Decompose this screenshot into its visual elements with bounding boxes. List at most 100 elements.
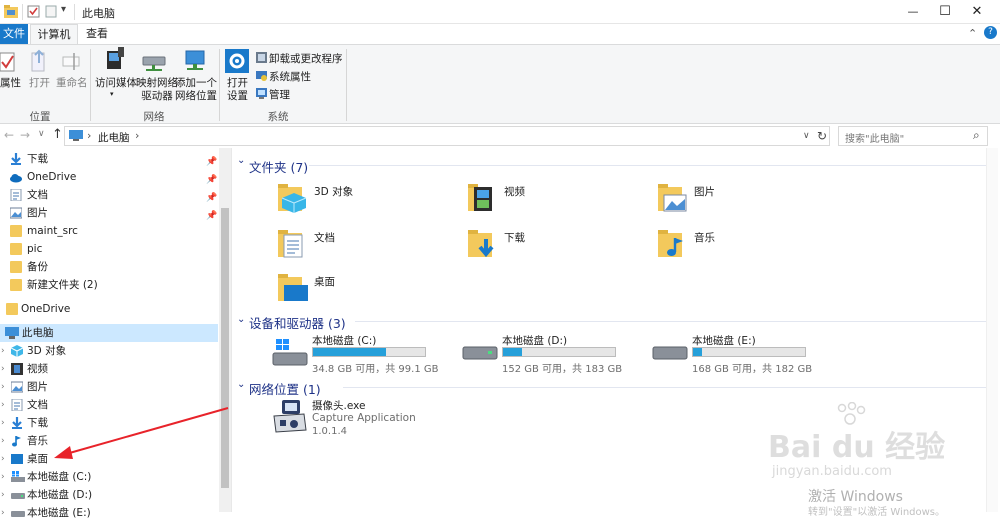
help-button[interactable]: ? (984, 26, 997, 39)
nav-item-drive-c[interactable]: › 本地磁盘 (C:) (0, 468, 218, 486)
drives-collapse-icon[interactable]: ⌄ (237, 314, 245, 325)
folder-documents[interactable]: 文档 (278, 227, 468, 267)
rename-button[interactable]: 重命名 (54, 47, 88, 103)
drive-c[interactable]: 本地磁盘 (C:) 34.8 GB 可用，共 99.1 GB (272, 333, 462, 375)
nav-item-pictures[interactable]: › 图片 (0, 378, 218, 396)
system-properties-label: 系统属性 (269, 71, 311, 83)
explorer-app-icon[interactable] (4, 5, 18, 18)
system-properties-button[interactable]: 系统属性 (256, 69, 326, 83)
folder-downloads[interactable]: 下载 (468, 227, 658, 267)
map-network-drive-button[interactable]: 映射网络 驱动器 (134, 47, 178, 103)
ribbon-collapse-button[interactable]: ⌃ (968, 27, 977, 40)
nav-item-downloads[interactable]: 下载 📌 (0, 150, 218, 168)
manage-icon (256, 88, 267, 99)
window-title: 此电脑 (82, 7, 115, 20)
folder-name: 音乐 (694, 232, 715, 244)
nav-item-documents-quick[interactable]: 文档 📌 (0, 186, 218, 204)
address-box[interactable]: › 此电脑 › ∨ ↻ (64, 126, 830, 146)
expand-chevron-icon[interactable]: › (1, 432, 5, 450)
recent-locations-button[interactable]: ∨ (38, 129, 45, 139)
open-settings-label: 打开 设置 (227, 77, 248, 102)
forward-button[interactable]: → (20, 128, 30, 142)
tab-computer[interactable]: 计算机 (30, 24, 78, 44)
up-button[interactable]: ↑ (52, 127, 63, 142)
customize-qat-dropdown[interactable]: ▾ (61, 4, 66, 15)
properties-button[interactable]: 属性 (0, 47, 22, 103)
search-box[interactable]: 搜索"此电脑" ⌕ (838, 126, 988, 146)
open-button[interactable]: 打开 (26, 47, 52, 103)
nav-item-onedrive-quick[interactable]: OneDrive 📌 (0, 168, 218, 186)
tab-file[interactable]: 文件 (0, 24, 28, 44)
close-button[interactable]: ✕ (954, 0, 1000, 24)
tab-computer-label: 计算机 (37, 28, 71, 41)
folders-section-header[interactable]: 文件夹 (7) (249, 157, 308, 176)
open-settings-button[interactable]: 打开 设置 (222, 47, 252, 103)
nav-item-maint-src[interactable]: maint_src (0, 222, 218, 240)
folder-music[interactable]: 音乐 (658, 227, 848, 267)
breadcrumb-this-pc[interactable]: 此电脑 (98, 130, 130, 145)
folder-desktop[interactable]: 桌面 (278, 271, 468, 311)
folder-icon (10, 225, 22, 237)
search-icon[interactable]: ⌕ (973, 128, 980, 143)
nav-item-onedrive[interactable]: OneDrive (0, 300, 218, 318)
expand-chevron-icon[interactable]: › (1, 414, 5, 432)
nav-item-backup[interactable]: 备份 (0, 258, 218, 276)
back-button[interactable]: ← (4, 128, 14, 142)
network-item-version: 1.0.1.4 (312, 426, 347, 437)
drive-e[interactable]: 本地磁盘 (E:) 168 GB 可用，共 182 GB (652, 333, 842, 375)
access-media-dropdown-icon: ▾ (110, 90, 114, 98)
nav-item-new-folder-2[interactable]: 新建文件夹 (2) (0, 276, 218, 294)
refresh-button[interactable]: ↻ (817, 129, 827, 143)
expand-chevron-icon[interactable]: › (1, 378, 5, 396)
properties-quick-icon[interactable] (27, 5, 40, 18)
nav-item-videos[interactable]: › 视频 (0, 360, 218, 378)
uninstall-programs-button[interactable]: 卸载或更改程序 (256, 51, 343, 65)
network-item-camera[interactable]: 摄像头.exe Capture Application 1.0.1.4 (272, 398, 472, 440)
network-item-description: Capture Application (312, 412, 416, 424)
folder-pictures[interactable]: 图片 (658, 181, 848, 221)
network-section-header[interactable]: 网络位置 (1) (249, 379, 321, 398)
breadcrumb-separator: › (135, 129, 140, 142)
drive-icon (11, 489, 25, 501)
expand-chevron-icon[interactable]: › (1, 450, 5, 468)
expand-chevron-icon[interactable]: › (1, 504, 5, 522)
access-media-button[interactable]: 访问媒体 ▾ (94, 47, 137, 103)
nav-label: 下载 (27, 153, 48, 165)
documents-icon (11, 398, 23, 412)
new-folder-quick-icon[interactable] (45, 5, 57, 18)
settings-gear-icon (225, 49, 249, 73)
expand-chevron-icon[interactable]: › (1, 342, 5, 360)
desktop-folder-icon (278, 271, 310, 303)
nav-item-pictures-quick[interactable]: 图片 📌 (0, 204, 218, 222)
nav-item-pic[interactable]: pic (0, 240, 218, 258)
download-icon (11, 417, 23, 429)
tab-view[interactable]: 查看 (80, 24, 114, 44)
network-collapse-icon[interactable]: ⌄ (237, 379, 245, 390)
windows-drive-icon (272, 339, 308, 367)
system-properties-icon (256, 70, 267, 81)
folder-3d-objects[interactable]: 3D 对象 (278, 181, 468, 221)
expand-chevron-icon[interactable]: › (1, 396, 5, 414)
downloads-folder-icon (468, 227, 500, 259)
nav-item-drive-d[interactable]: › 本地磁盘 (D:) (0, 486, 218, 504)
nav-label: 文档 (27, 189, 48, 201)
open-icon (30, 49, 48, 73)
folder-videos[interactable]: 视频 (468, 181, 658, 221)
manage-button[interactable]: 管理 (256, 87, 306, 101)
expand-chevron-icon[interactable]: › (1, 360, 5, 378)
folders-collapse-icon[interactable]: ⌄ (237, 155, 245, 166)
folder-name: 图片 (694, 186, 715, 198)
nav-item-drive-e[interactable]: › 本地磁盘 (E:) (0, 504, 218, 522)
add-network-location-button[interactable]: 添加一个 网络位置 (174, 47, 217, 103)
nav-item-this-pc[interactable]: 此电脑 (0, 324, 218, 342)
desktop-icon (11, 453, 23, 465)
nav-item-3d-objects[interactable]: › 3D 对象 (0, 342, 218, 360)
drives-section-header[interactable]: 设备和驱动器 (3) (249, 313, 346, 332)
drive-d[interactable]: 本地磁盘 (D:) 152 GB 可用，共 183 GB (462, 333, 652, 375)
breadcrumb-separator: › (87, 129, 92, 142)
expand-chevron-icon[interactable]: › (1, 486, 5, 504)
documents-folder-icon (278, 227, 310, 259)
search-input[interactable]: 搜索"此电脑" (845, 130, 904, 145)
address-history-dropdown[interactable]: ∨ (803, 131, 810, 141)
expand-chevron-icon[interactable]: › (1, 468, 5, 486)
